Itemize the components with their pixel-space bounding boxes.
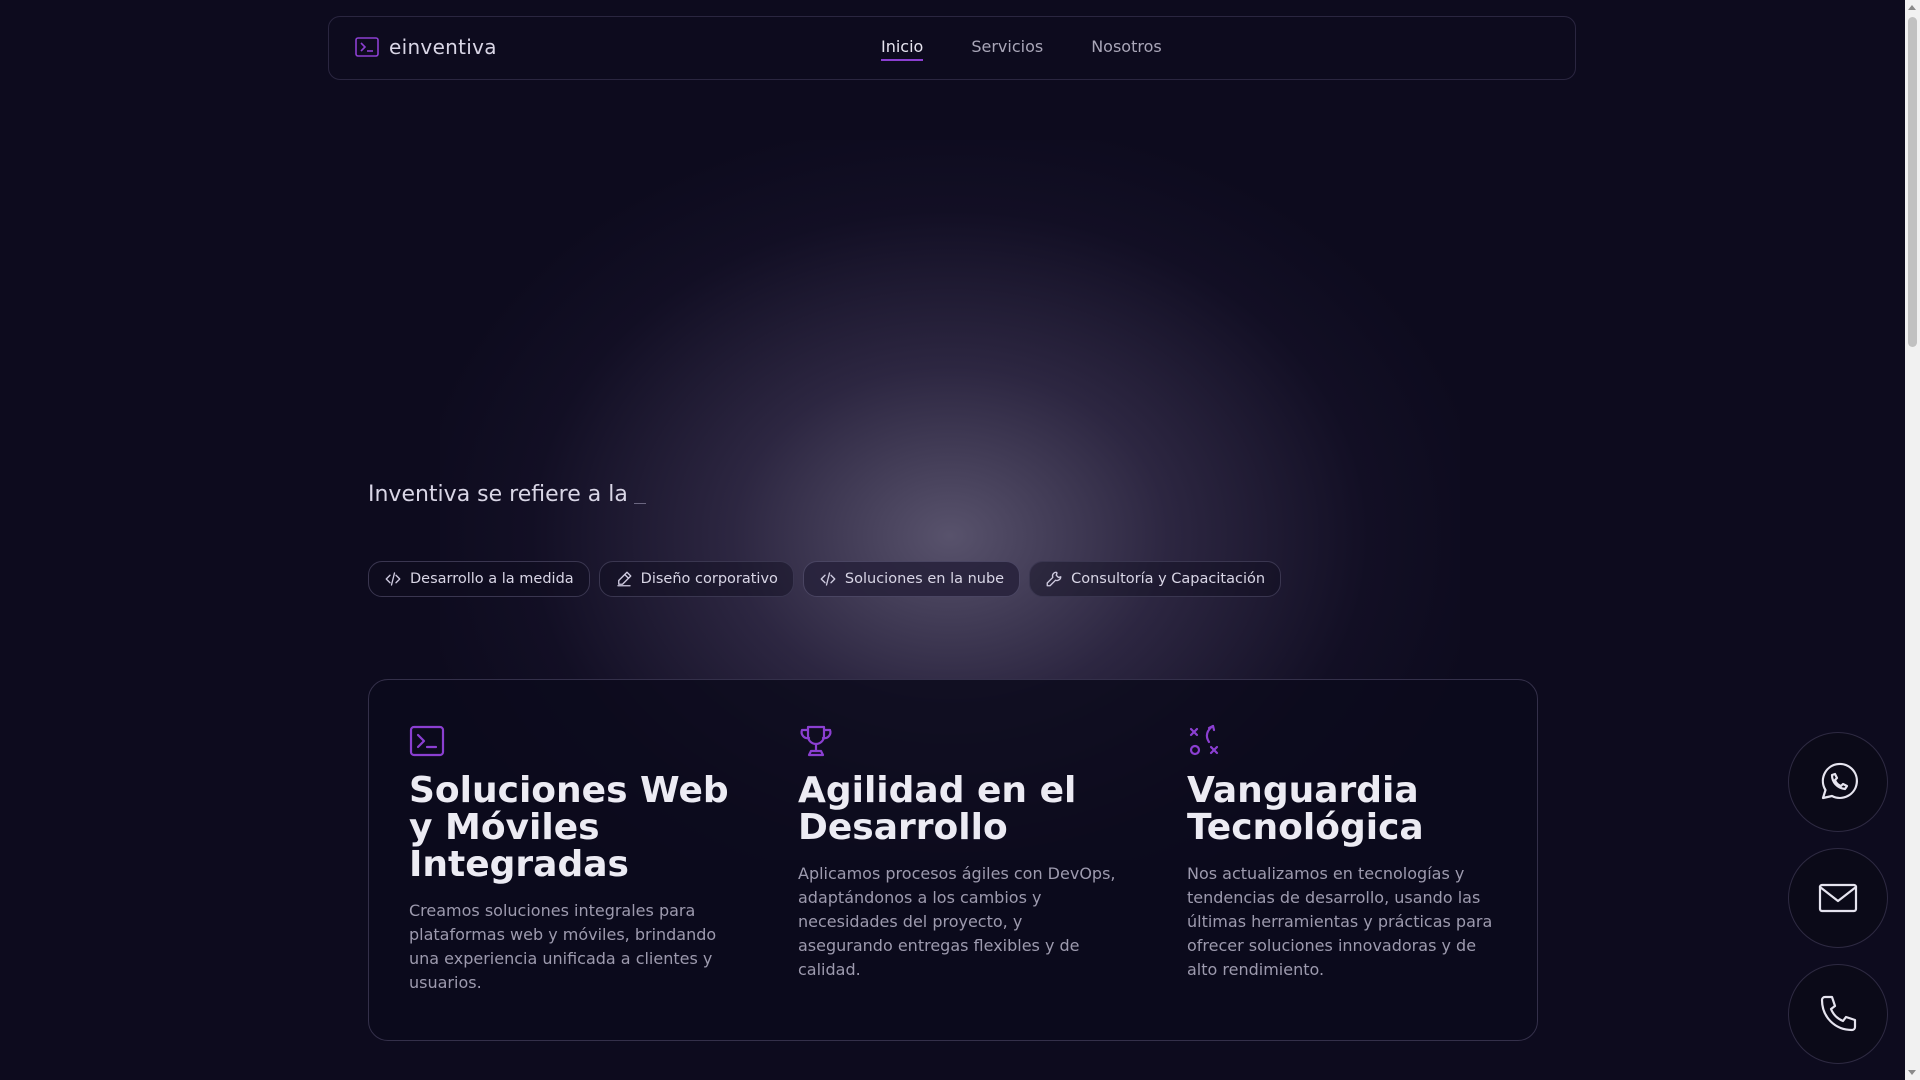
feature-vanguardia: Vanguardia Tecnológica Nos actualizamos … (1187, 724, 1507, 982)
strategy-icon (1189, 724, 1219, 756)
whatsapp-button[interactable] (1788, 732, 1888, 832)
terminal-icon (355, 37, 379, 57)
whatsapp-icon (1821, 762, 1858, 800)
scroll-thumb[interactable] (1908, 17, 1917, 347)
feature-text: Nos actualizamos en tecnologías y tenden… (1187, 864, 1493, 979)
chip-label: Soluciones en la nube (844, 571, 1005, 587)
features-card: Soluciones Web y Móviles Integradas Crea… (368, 679, 1538, 1041)
trophy-icon (800, 725, 832, 757)
chip-label: Diseño corporativo (640, 571, 778, 587)
feature-web-movil: Soluciones Web y Móviles Integradas Crea… (409, 724, 729, 995)
scroll-up-arrow[interactable] (1908, 5, 1916, 10)
feature-title: Soluciones Web y Móviles Integradas (409, 770, 729, 885)
main-nav: Inicio Servicios Nosotros (881, 37, 1162, 61)
nav-link-nosotros[interactable]: Nosotros (1091, 37, 1162, 61)
hero-lead-text: Inventiva se refiere a la (368, 482, 628, 507)
pen-icon (616, 571, 632, 587)
mail-icon (1818, 883, 1858, 913)
scroll-down-arrow[interactable] (1908, 1070, 1916, 1075)
chip-nube[interactable]: Soluciones en la nube (802, 561, 1021, 597)
code-icon (820, 572, 836, 586)
chip-label: Consultoría y Capacitación (1071, 571, 1266, 587)
hero-lead: Inventiva se refiere a la (368, 482, 646, 507)
phone-button[interactable] (1788, 964, 1888, 1064)
code-icon (385, 572, 401, 586)
service-chips: Desarrollo a la medida Diseño corporativ… (368, 561, 1282, 597)
chip-label: Desarrollo a la medida (410, 571, 574, 587)
chip-desarrollo[interactable]: Desarrollo a la medida (368, 561, 590, 597)
feature-text: Aplicamos procesos ágiles con DevOps, ad… (798, 864, 1116, 979)
terminal-icon (409, 725, 445, 757)
nav-link-inicio[interactable]: Inicio (881, 37, 924, 61)
nav-link-servicios[interactable]: Servicios (971, 37, 1043, 61)
chip-consultoria[interactable]: Consultoría y Capacitación (1029, 561, 1282, 597)
navbar: einventiva Inicio Servicios Nosotros (328, 16, 1576, 80)
phone-icon (1820, 995, 1857, 1032)
typing-caret (633, 503, 646, 504)
page-scrollbar[interactable] (1905, 0, 1920, 1080)
feature-text: Creamos soluciones integrales para plata… (409, 901, 717, 992)
chip-diseno[interactable]: Diseño corporativo (598, 561, 794, 597)
feature-title: Agilidad en el Desarrollo (798, 770, 1077, 848)
wrench-icon (1046, 571, 1062, 587)
feature-agilidad: Agilidad en el Desarrollo Aplicamos proc… (798, 724, 1118, 982)
email-button[interactable] (1788, 848, 1888, 948)
feature-title: Vanguardia Tecnológica (1187, 770, 1424, 848)
brand-name: einventiva (389, 35, 497, 59)
brand[interactable]: einventiva (355, 35, 497, 59)
